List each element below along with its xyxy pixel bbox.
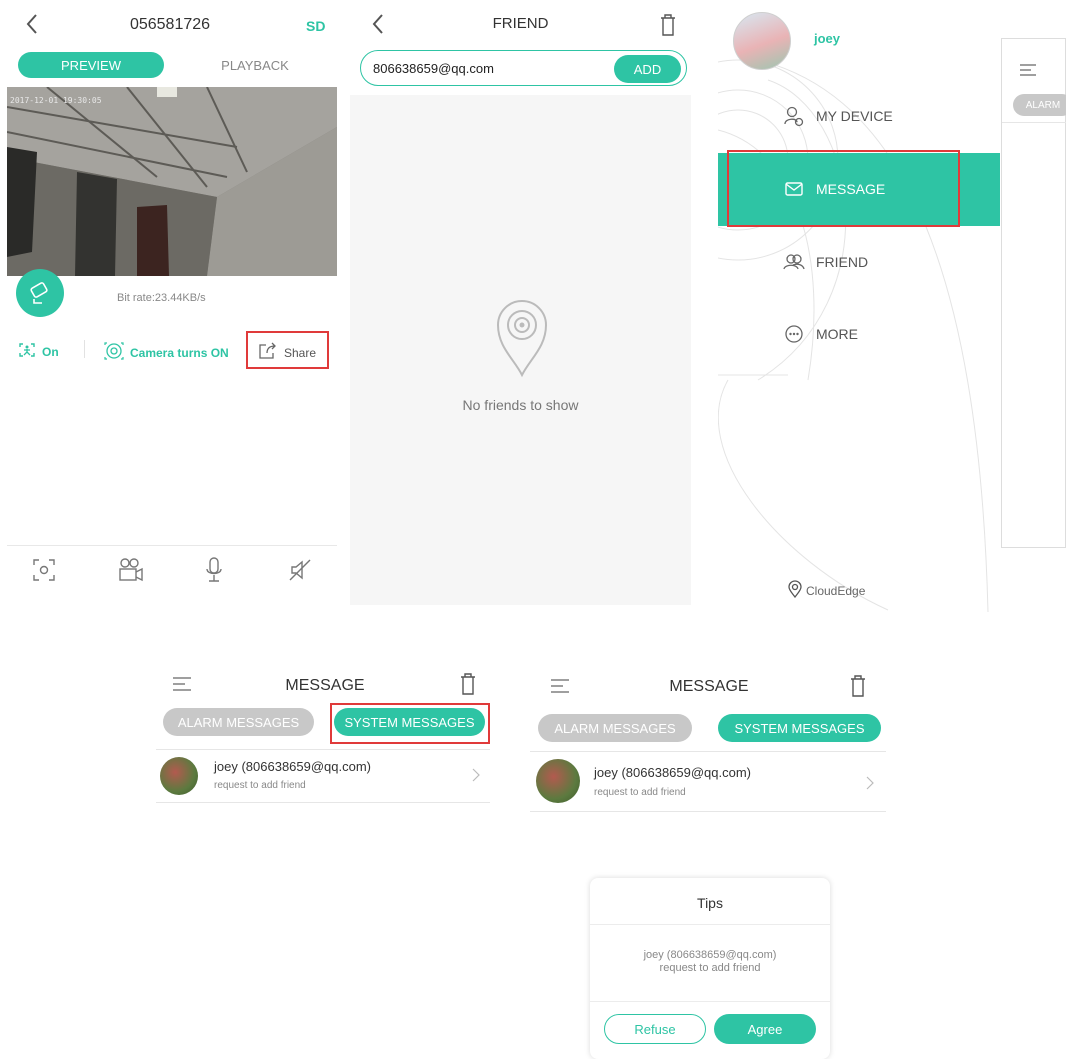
- video-stream[interactable]: 2017-12-01 19:30:05: [7, 87, 337, 276]
- divider: [590, 924, 830, 925]
- record-icon[interactable]: [117, 556, 145, 589]
- message-screen: MESSAGE ALARM MESSAGES SYSTEM MESSAGES j…: [528, 663, 890, 823]
- agree-button[interactable]: Agree: [714, 1014, 816, 1044]
- tab-playback[interactable]: PLAYBACK: [198, 52, 312, 78]
- motion-label: On: [42, 344, 59, 359]
- camera-icon[interactable]: [16, 269, 64, 317]
- bitrate-text: Bit rate:23.44KB/s: [117, 292, 206, 304]
- divider: [530, 811, 886, 812]
- menu-item-label: FRIEND: [816, 254, 869, 270]
- divider: [530, 751, 886, 752]
- menu-item-my-device[interactable]: MY DEVICE: [718, 98, 1000, 134]
- friend-email-value: 806638659@qq.com: [373, 61, 494, 76]
- sd-quality-toggle[interactable]: SD: [306, 18, 325, 34]
- divider: [156, 749, 490, 750]
- add-friend-button[interactable]: ADD: [614, 55, 681, 83]
- cloudedge-icon: [788, 580, 802, 601]
- list-item[interactable]: joey (806638659@qq.com) request to add f…: [158, 752, 490, 800]
- highlight-box: [330, 703, 490, 744]
- trash-icon[interactable]: [460, 673, 476, 700]
- refuse-button[interactable]: Refuse: [604, 1014, 706, 1044]
- mic-icon[interactable]: [204, 556, 224, 589]
- camera-preview-screen: 056581726 SD PREVIEW PLAYBACK 2017-12-01…: [0, 0, 340, 605]
- divider: [84, 340, 85, 358]
- brand-name: CloudEdge: [806, 583, 866, 598]
- empty-state-text: No friends to show: [462, 397, 579, 413]
- list-item[interactable]: joey (806638659@qq.com) request to add f…: [530, 755, 886, 810]
- tab-system-messages[interactable]: SYSTEM MESSAGES: [718, 714, 881, 742]
- more-icon: [776, 324, 812, 344]
- camera-on-label: Camera turns ON: [130, 345, 229, 360]
- chevron-right-icon: [866, 776, 874, 795]
- chevron-right-icon: [472, 768, 480, 787]
- message-sender: joey (806638659@qq.com): [594, 765, 752, 780]
- message-screen: MESSAGE ALARM MESSAGES SYSTEM MESSAGES j…: [150, 663, 500, 813]
- tab-alarm-messages[interactable]: ALARM: [1013, 94, 1066, 116]
- menu-icon[interactable]: [1019, 63, 1037, 82]
- camera-on-toggle[interactable]: Camera turns ON: [104, 342, 229, 363]
- divider: [7, 545, 337, 546]
- device-icon: [776, 105, 812, 127]
- avatar[interactable]: [733, 12, 791, 70]
- dialog-title: Tips: [697, 895, 723, 911]
- highlight-box: [246, 331, 329, 369]
- empty-state-icon: [494, 295, 550, 384]
- message-screen-partial: ALARM: [1001, 38, 1066, 548]
- menu-item-label: MORE: [816, 326, 858, 342]
- avatar: [536, 759, 580, 803]
- page-title: FRIEND: [492, 15, 549, 32]
- dialog-message: joey (806638659@qq.com) request to add f…: [590, 949, 830, 975]
- dialog-message-line: joey (806638659@qq.com): [643, 949, 777, 961]
- trash-icon[interactable]: [660, 14, 676, 41]
- screenshot-icon[interactable]: [32, 558, 56, 587]
- camera-on-icon: [104, 342, 124, 363]
- friend-screen: FRIEND 806638659@qq.com ADD No friends t…: [350, 0, 691, 605]
- device-title: 056581726: [129, 16, 211, 33]
- mute-icon[interactable]: [288, 558, 312, 587]
- dialog-message-line: request to add friend: [659, 962, 761, 974]
- avatar: [160, 757, 198, 795]
- message-sender: joey (806638659@qq.com): [214, 759, 372, 774]
- tab-preview[interactable]: PREVIEW: [18, 52, 164, 78]
- tips-dialog: Tips joey (806638659@qq.com) request to …: [590, 878, 830, 1059]
- motion-toggle[interactable]: On: [18, 342, 59, 361]
- side-menu: joey MY DEVICE MESSAGE FRIEND MORE Cloud…: [718, 0, 1000, 612]
- motion-icon: [18, 342, 36, 361]
- tab-alarm-messages[interactable]: ALARM MESSAGES: [538, 714, 692, 742]
- tab-alarm-messages[interactable]: ALARM MESSAGES: [163, 708, 314, 736]
- page-title: MESSAGE: [669, 678, 749, 695]
- menu-item-label: MY DEVICE: [816, 108, 893, 124]
- page-title: MESSAGE: [285, 677, 365, 694]
- video-timestamp: 2017-12-01 19:30:05: [10, 96, 102, 105]
- message-text: request to add friend: [594, 787, 686, 798]
- message-text: request to add friend: [214, 780, 306, 791]
- menu-item-friend[interactable]: FRIEND: [718, 244, 1000, 280]
- divider: [156, 802, 490, 803]
- friend-icon: [776, 253, 812, 271]
- username: joey: [814, 31, 841, 46]
- trash-icon[interactable]: [850, 675, 866, 702]
- brand-logo: CloudEdge: [788, 580, 865, 601]
- highlight-box: [727, 150, 960, 227]
- divider: [590, 1001, 830, 1002]
- menu-item-more[interactable]: MORE: [718, 316, 1000, 352]
- divider: [1002, 122, 1066, 123]
